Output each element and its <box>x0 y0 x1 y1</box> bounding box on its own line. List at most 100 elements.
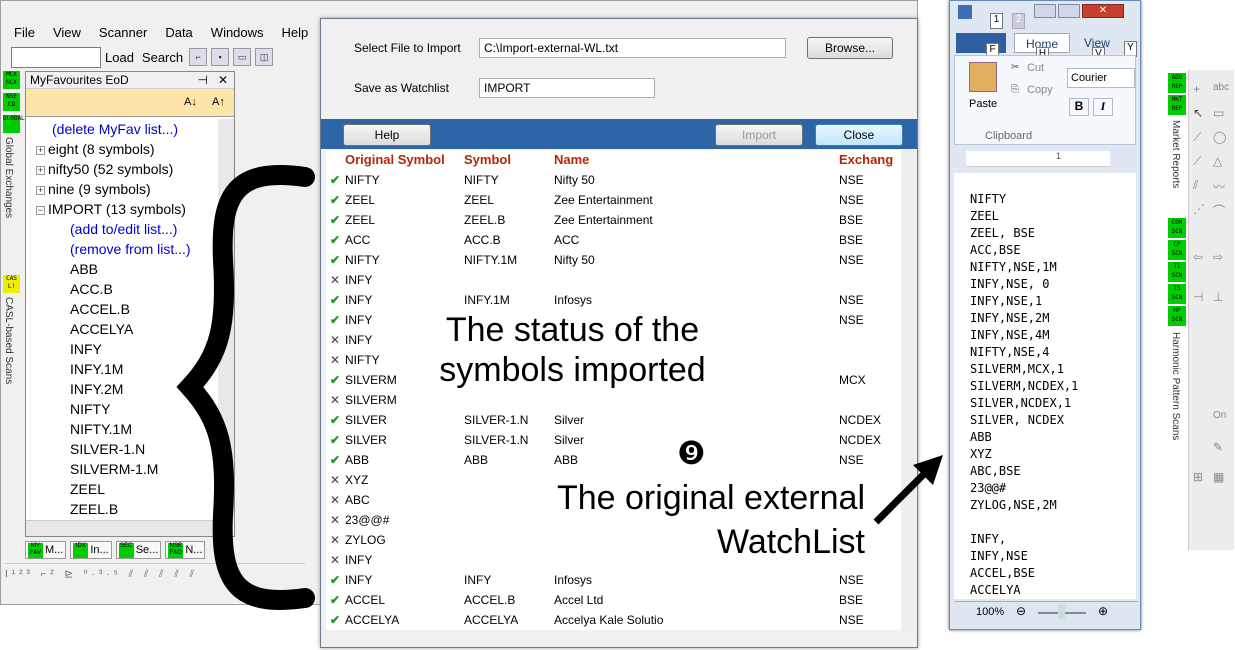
con-scn-badge[interactable]: CON SCN <box>1168 218 1186 238</box>
harmonic-scans-label[interactable]: Harmonic Pattern Scans <box>1170 332 1181 462</box>
fib-icon[interactable]: ⋰ <box>1193 202 1205 216</box>
bold-button[interactable]: B <box>1069 98 1089 116</box>
ellipse-icon[interactable]: ◯ <box>1213 130 1226 144</box>
bottom-tab-1[interactable]: IDX In... <box>70 541 112 559</box>
ti-scn-badge[interactable]: TI SCN <box>1168 262 1186 282</box>
search-button[interactable]: Search <box>138 50 187 65</box>
tree-link[interactable]: (remove from list...) <box>70 239 191 259</box>
menu-view[interactable]: View <box>44 23 90 43</box>
copy-icon[interactable]: ⎘ <box>1011 84 1019 95</box>
import-button[interactable]: Import <box>715 124 803 146</box>
mcx-badge[interactable]: MCX NCX <box>3 71 20 89</box>
bottom-tab-2[interactable]: SEC Se... <box>115 541 162 559</box>
menu-file[interactable]: File <box>5 23 44 43</box>
table-icon[interactable]: ▦ <box>1213 470 1224 484</box>
collapse-icon[interactable]: − <box>36 205 45 215</box>
tree-link[interactable]: (add to/edit list...) <box>70 219 177 239</box>
market-reports-label[interactable]: Market Reports <box>1170 120 1181 200</box>
vertical-line-icon[interactable]: ⊥ <box>1213 290 1223 304</box>
save-icon[interactable]: ▪ <box>211 48 230 66</box>
channel-icon[interactable]: ⫽ <box>1193 178 1198 193</box>
tree-item[interactable]: NIFTY.1M <box>70 419 132 439</box>
file-path-input[interactable]: C:\Import-external-WL.txt <box>479 38 786 58</box>
load-button[interactable]: Load <box>101 50 138 65</box>
symbol-input[interactable] <box>11 46 101 68</box>
pin-icon[interactable]: ⊣ <box>198 72 208 89</box>
arrow-right-icon[interactable]: ⇨ <box>1213 250 1223 264</box>
tree-item[interactable]: + eight (8 symbols) <box>36 139 155 159</box>
grid-icon[interactable]: ⊞ <box>1193 470 1203 484</box>
zoom-out-icon[interactable]: ⊖ <box>1016 604 1026 618</box>
paste-button[interactable]: Paste <box>969 98 997 110</box>
tree-item[interactable]: − IMPORT (13 symbols) <box>36 199 186 219</box>
text-tool-icon[interactable]: abc <box>1213 82 1229 93</box>
table-row[interactable]: ✔ INFY INFY.1M Infosys NSE <box>326 290 901 310</box>
on-toggle[interactable]: On <box>1213 410 1226 421</box>
table-row[interactable]: ✕ INFY <box>326 270 901 290</box>
ts-scn-badge[interactable]: TS SCN <box>1168 284 1186 304</box>
crosshair-icon[interactable]: + <box>1193 82 1200 96</box>
close-button[interactable]: Close <box>815 124 903 146</box>
table-row[interactable]: ✔ INFY INFY Infosys NSE <box>326 570 901 590</box>
menu-data[interactable]: Data <box>156 23 201 43</box>
cut-icon[interactable]: ✂ <box>1011 62 1019 73</box>
minimize-button[interactable] <box>1034 4 1056 18</box>
zoom-slider-thumb[interactable] <box>1058 605 1065 619</box>
col-original-symbol[interactable]: Original Symbol <box>345 152 445 167</box>
table-row[interactable]: ✔ NIFTY NIFTY Nifty 50 NSE <box>326 170 901 190</box>
grid-scrollbar[interactable] <box>901 150 915 630</box>
tree-item[interactable]: ACCEL.B <box>70 299 130 319</box>
hp-scn-badge[interactable]: HP SCN <box>1168 306 1186 326</box>
bottom-tab-0[interactable]: MY FAV M... <box>25 541 67 559</box>
tree-item[interactable]: + nifty50 (52 symbols) <box>36 159 173 179</box>
col-exchange[interactable]: Exchang <box>839 152 893 167</box>
tree-item[interactable]: ABB <box>70 259 98 279</box>
col-symbol[interactable]: Symbol <box>464 152 511 167</box>
table-row[interactable]: ✔ ACCEL ACCEL.B Accel Ltd BSE <box>326 590 901 610</box>
tree-item[interactable]: + nine (9 symbols) <box>36 179 151 199</box>
document-text[interactable]: NIFTY ZEEL ZEEL, BSE ACC,BSE NIFTY,NSE,1M INF… <box>954 173 1136 599</box>
trend-line-icon[interactable]: ⟋ <box>1193 154 1201 169</box>
tree-item[interactable]: ZEEL <box>70 479 105 499</box>
preview-icon[interactable]: ◫ <box>255 48 274 66</box>
table-row[interactable]: ✔ NIFTY NIFTY.1M Nifty 50 NSE <box>326 250 901 270</box>
elliott-wave-icon[interactable]: 〰 <box>1213 178 1225 195</box>
casl-badge[interactable]: CAS L! <box>3 275 20 293</box>
table-row[interactable]: ✔ ABB ABB ABB NSE <box>326 450 901 470</box>
ruler[interactable]: 1 <box>966 151 1110 167</box>
table-row[interactable]: ✔ SILVER SILVER-1.N Silver NCDEX <box>326 430 901 450</box>
casl-scans-label[interactable]: CASL-based Scans <box>3 297 14 397</box>
arrow-left-icon[interactable]: ⇦ <box>1193 250 1203 264</box>
tree-item[interactable]: NIFTY <box>70 399 110 419</box>
watchlist-name-input[interactable]: IMPORT <box>479 78 655 98</box>
table-row[interactable]: ✔ SILVER SILVER-1.N Silver NCDEX <box>326 410 901 430</box>
horizontal-line-icon[interactable]: ⊣ <box>1193 290 1203 304</box>
triangle-icon[interactable]: △ <box>1213 154 1222 168</box>
tree-item[interactable]: INFY.2M <box>70 379 123 399</box>
nse-cd-badge[interactable]: NSE CD <box>3 93 20 111</box>
print-icon[interactable]: ▭ <box>233 48 252 66</box>
tree-item[interactable]: INFY.1M <box>70 359 123 379</box>
zoom-in-icon[interactable]: ⊕ <box>1098 604 1108 618</box>
copy-button[interactable]: Copy <box>1027 84 1053 96</box>
col-name[interactable]: Name <box>554 152 589 167</box>
table-row[interactable]: ✔ ACCELYA ACCELYA Accelya Kale Solutio NSE <box>326 610 901 630</box>
global-exchanges-label[interactable]: Global Exchanges <box>3 137 14 227</box>
expand-icon[interactable]: + <box>36 145 45 155</box>
tree-item[interactable]: ACCELYA <box>70 319 133 339</box>
arc-icon[interactable]: ⌒ <box>1213 202 1225 219</box>
table-row[interactable]: ✔ ZEEL ZEEL.B Zee Entertainment BSE <box>326 210 901 230</box>
table-row[interactable]: ✔ ZEEL ZEEL Zee Entertainment NSE <box>326 190 901 210</box>
expand-icon[interactable]: + <box>36 185 45 195</box>
italic-button[interactable]: I <box>1093 98 1113 116</box>
tree-item[interactable]: INFY <box>70 339 102 359</box>
cut-button[interactable]: Cut <box>1027 62 1044 74</box>
tree-link[interactable]: (delete MyFav list...) <box>52 119 178 139</box>
help-button[interactable]: Help <box>343 124 431 146</box>
tree-item[interactable]: ACC.B <box>70 279 113 299</box>
close-icon[interactable]: ✕ <box>218 72 228 89</box>
paste-icon[interactable] <box>969 62 997 92</box>
pen-icon[interactable]: ✎ <box>1213 440 1223 454</box>
maximize-button[interactable] <box>1058 4 1080 18</box>
menu-scanner[interactable]: Scanner <box>90 23 156 43</box>
